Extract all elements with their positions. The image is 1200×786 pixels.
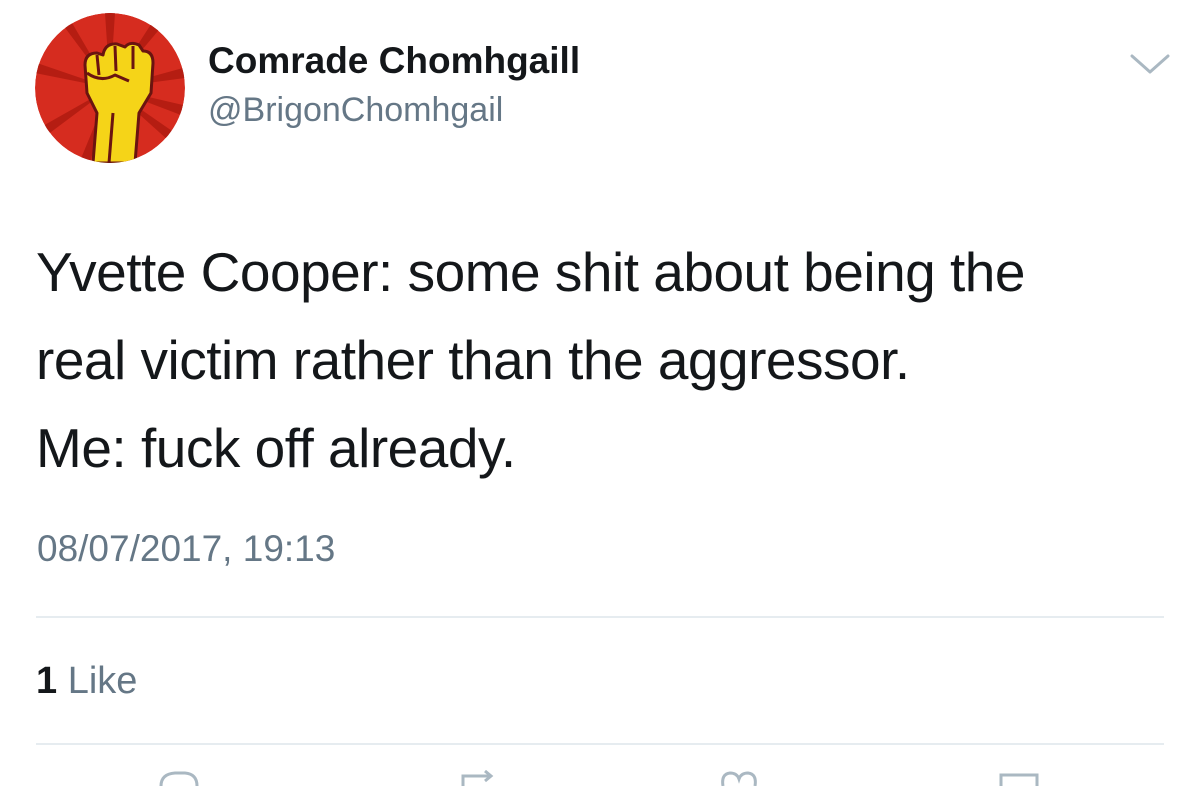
likes-count: 1 — [36, 660, 58, 702]
tweet-timestamp[interactable]: 08/07/2017, 19:13 — [37, 528, 335, 570]
tweet-text-line: real victim rather than the aggressor. — [36, 329, 910, 391]
tweet-text: Yvette Cooper: some shit about being the… — [36, 228, 1176, 492]
divider — [36, 743, 1164, 745]
likes-stat[interactable]: 1 Like — [36, 660, 137, 703]
like-icon[interactable] — [715, 770, 763, 786]
likes-label: Like — [67, 660, 138, 702]
tweet-text-line: Yvette Cooper: some shit about being the — [36, 241, 1026, 303]
user-handle[interactable]: @BrigonChomhgail — [208, 91, 503, 130]
reply-icon[interactable] — [155, 770, 203, 786]
display-name[interactable]: Comrade Chomhgaill — [208, 40, 580, 82]
share-icon[interactable] — [995, 770, 1043, 786]
avatar[interactable] — [35, 13, 185, 163]
raised-fist-icon — [35, 13, 185, 163]
retweet-icon[interactable] — [455, 770, 503, 786]
divider — [36, 616, 1164, 618]
chevron-down-icon[interactable] — [1128, 50, 1172, 78]
tweet-text-line: Me: fuck off already. — [36, 417, 516, 479]
